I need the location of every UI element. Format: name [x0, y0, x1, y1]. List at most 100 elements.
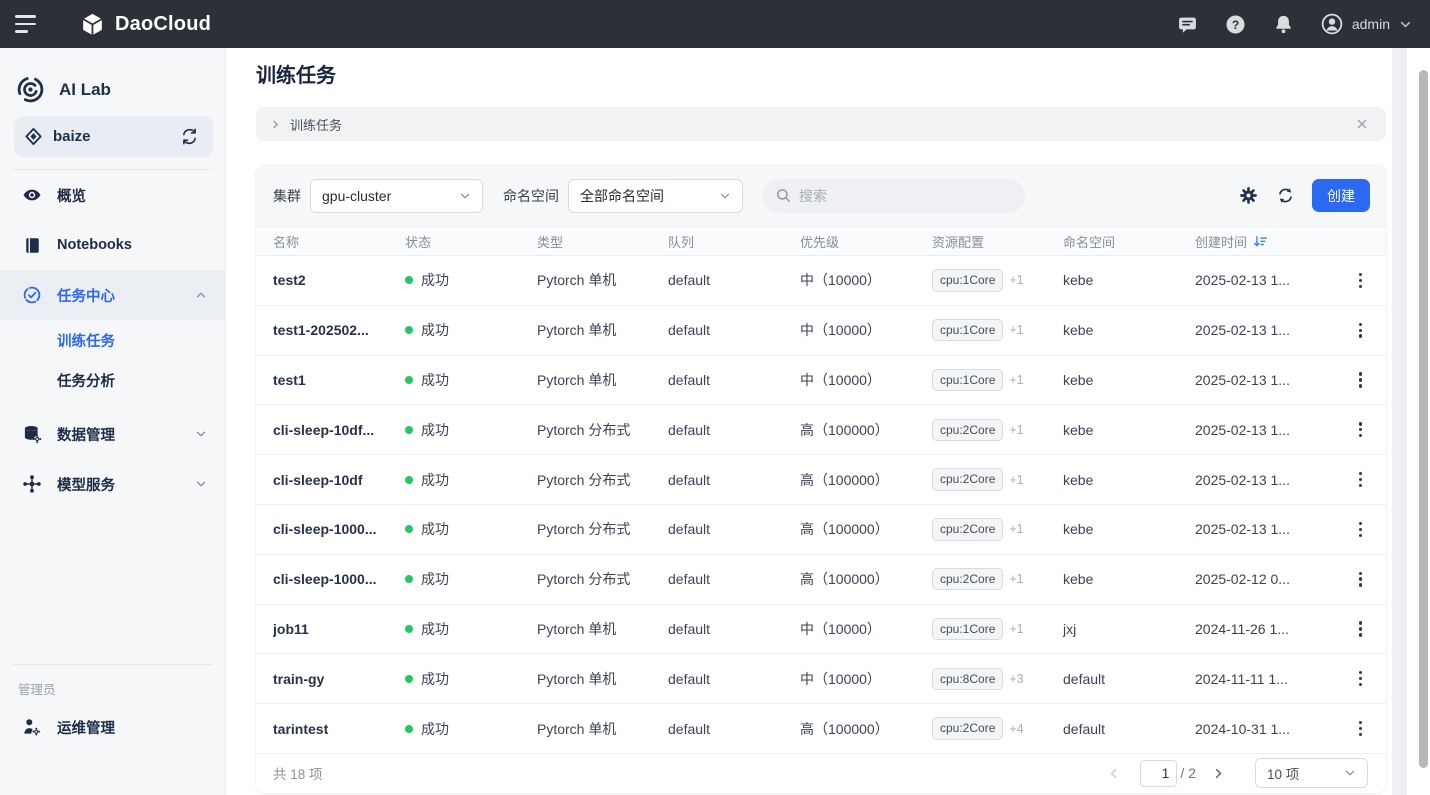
table-row[interactable]: cli-sleep-1000... 成功 Pytorch 分布式 default… — [256, 505, 1386, 555]
row-actions-button[interactable] — [1343, 468, 1376, 491]
resource-more-badge[interactable]: +1 — [1009, 273, 1023, 287]
chevron-down-icon — [195, 428, 207, 440]
sidebar-item-notebooks[interactable]: Notebooks — [0, 220, 225, 270]
job-name-link[interactable]: tarintest — [273, 721, 405, 737]
job-namespace: kebe — [1063, 422, 1195, 438]
kebab-menu-icon — [1355, 319, 1366, 342]
brand-logo[interactable]: DaoCloud — [79, 11, 211, 38]
breadcrumb-chevron-icon[interactable] — [270, 119, 281, 130]
sidebar-item-model-service[interactable]: 模型服务 — [0, 459, 225, 509]
table-row[interactable]: test1 成功 Pytorch 单机 default 中（10000） cpu… — [256, 356, 1386, 406]
help-icon[interactable]: ? — [1225, 13, 1247, 35]
job-name-link[interactable]: test2 — [273, 272, 405, 288]
resource-more-badge[interactable]: +1 — [1009, 622, 1023, 636]
messages-icon[interactable] — [1177, 13, 1199, 35]
job-queue: default — [668, 272, 800, 288]
sidebar-item-task-center[interactable]: 任务中心 — [0, 270, 225, 320]
resource-more-badge[interactable]: +4 — [1009, 722, 1023, 736]
row-actions-button[interactable] — [1343, 368, 1376, 391]
breadcrumb-close-icon[interactable] — [1352, 114, 1372, 134]
page-size-select[interactable]: 10 项 — [1255, 758, 1368, 788]
previous-page-icon[interactable] — [1103, 763, 1124, 784]
sidebar-subitem-training-jobs[interactable]: 训练任务 — [0, 320, 225, 360]
workspace-selector[interactable]: baize — [14, 116, 213, 157]
row-actions-button[interactable] — [1343, 319, 1376, 342]
job-created-time: 2025-02-13 1... — [1195, 322, 1343, 338]
job-name-link[interactable]: cli-sleep-1000... — [273, 571, 405, 587]
breadcrumb-label[interactable]: 训练任务 — [290, 115, 342, 134]
job-name-link[interactable]: test1 — [273, 372, 405, 388]
kebab-menu-icon — [1355, 269, 1366, 292]
cluster-select[interactable]: gpu-cluster — [310, 179, 483, 213]
menu-toggle-icon[interactable] — [15, 15, 37, 32]
column-header-type[interactable]: 类型 — [537, 232, 668, 251]
resource-more-badge[interactable]: +1 — [1009, 522, 1023, 536]
job-status: 成功 — [405, 420, 537, 440]
resource-more-badge[interactable]: +1 — [1009, 473, 1023, 487]
row-actions-button[interactable] — [1343, 617, 1376, 640]
job-queue: default — [668, 422, 800, 438]
job-name-link[interactable]: cli-sleep-10df — [273, 472, 405, 488]
column-header-resources[interactable]: 资源配置 — [932, 232, 1063, 251]
job-status: 成功 — [405, 270, 537, 290]
table-row[interactable]: test2 成功 Pytorch 单机 default 中（10000） cpu… — [256, 256, 1386, 306]
job-type: Pytorch 单机 — [537, 320, 668, 340]
resource-more-badge[interactable]: +1 — [1009, 572, 1023, 586]
row-actions-button[interactable] — [1343, 269, 1376, 292]
job-name-link[interactable]: train-gy — [273, 671, 405, 687]
job-namespace: kebe — [1063, 472, 1195, 488]
page-number-input[interactable] — [1140, 760, 1177, 787]
resource-more-badge[interactable]: +1 — [1009, 423, 1023, 437]
column-header-namespace[interactable]: 命名空间 — [1063, 232, 1195, 251]
column-header-queue[interactable]: 队列 — [668, 232, 800, 251]
job-queue: default — [668, 671, 800, 687]
scrollbar-track[interactable] — [1407, 48, 1430, 795]
column-header-created[interactable]: 创建时间 — [1195, 232, 1343, 251]
job-resources: cpu:2Core +1 — [932, 568, 1063, 590]
search-input[interactable] — [799, 188, 1013, 204]
refresh-icon[interactable] — [1275, 186, 1295, 206]
sort-descending-icon[interactable] — [1253, 234, 1268, 249]
scrollbar-thumb[interactable] — [1419, 70, 1428, 768]
table-row[interactable]: cli-sleep-1000... 成功 Pytorch 分布式 default… — [256, 555, 1386, 605]
jobs-card: 集群 gpu-cluster 命名空间 全部命名空间 — [256, 165, 1386, 793]
row-actions-button[interactable] — [1343, 568, 1376, 591]
kebab-menu-icon — [1355, 468, 1366, 491]
status-text: 成功 — [421, 719, 449, 739]
table-row[interactable]: train-gy 成功 Pytorch 单机 default 中（10000） … — [256, 654, 1386, 704]
row-actions-button[interactable] — [1343, 418, 1376, 441]
next-page-icon[interactable] — [1208, 763, 1229, 784]
job-name-link[interactable]: test1-202502... — [273, 322, 405, 338]
settings-gear-icon[interactable] — [1238, 186, 1258, 206]
table-row[interactable]: tarintest 成功 Pytorch 单机 default 高（100000… — [256, 704, 1386, 754]
row-actions-button[interactable] — [1343, 667, 1376, 690]
sidebar-item-label: 数据管理 — [57, 424, 115, 445]
namespace-select[interactable]: 全部命名空间 — [568, 179, 743, 213]
sidebar-item-ops-management[interactable]: 运维管理 — [0, 702, 225, 752]
resource-more-badge[interactable]: +1 — [1009, 323, 1023, 337]
job-name-link[interactable]: job11 — [273, 621, 405, 637]
sidebar-item-data-management[interactable]: 数据管理 — [0, 409, 225, 459]
sidebar-subitem-task-analysis[interactable]: 任务分析 — [0, 360, 225, 400]
row-actions-button[interactable] — [1343, 717, 1376, 740]
brand-name: DaoCloud — [115, 13, 211, 36]
workspace-switch-icon[interactable] — [180, 127, 199, 146]
table-row[interactable]: cli-sleep-10df 成功 Pytorch 分布式 default 高（… — [256, 455, 1386, 505]
column-header-name[interactable]: 名称 — [273, 232, 405, 251]
table-row[interactable]: test1-202502... 成功 Pytorch 单机 default 中（… — [256, 306, 1386, 356]
create-button[interactable]: 创建 — [1312, 179, 1370, 212]
column-header-status[interactable]: 状态 — [405, 232, 537, 251]
job-name-link[interactable]: cli-sleep-1000... — [273, 521, 405, 537]
column-header-priority[interactable]: 优先级 — [800, 232, 932, 251]
resource-more-badge[interactable]: +1 — [1009, 373, 1023, 387]
row-actions-button[interactable] — [1343, 518, 1376, 541]
sidebar-item-overview[interactable]: 概览 — [0, 170, 225, 220]
ops-management-icon — [22, 717, 42, 737]
user-menu[interactable]: admin — [1321, 13, 1412, 35]
total-count: 共 18 项 — [273, 763, 323, 783]
job-name-link[interactable]: cli-sleep-10df... — [273, 422, 405, 438]
notifications-bell-icon[interactable] — [1273, 13, 1295, 35]
resource-more-badge[interactable]: +3 — [1009, 672, 1023, 686]
table-row[interactable]: job11 成功 Pytorch 单机 default 中（10000） cpu… — [256, 605, 1386, 655]
table-row[interactable]: cli-sleep-10df... 成功 Pytorch 分布式 default… — [256, 405, 1386, 455]
